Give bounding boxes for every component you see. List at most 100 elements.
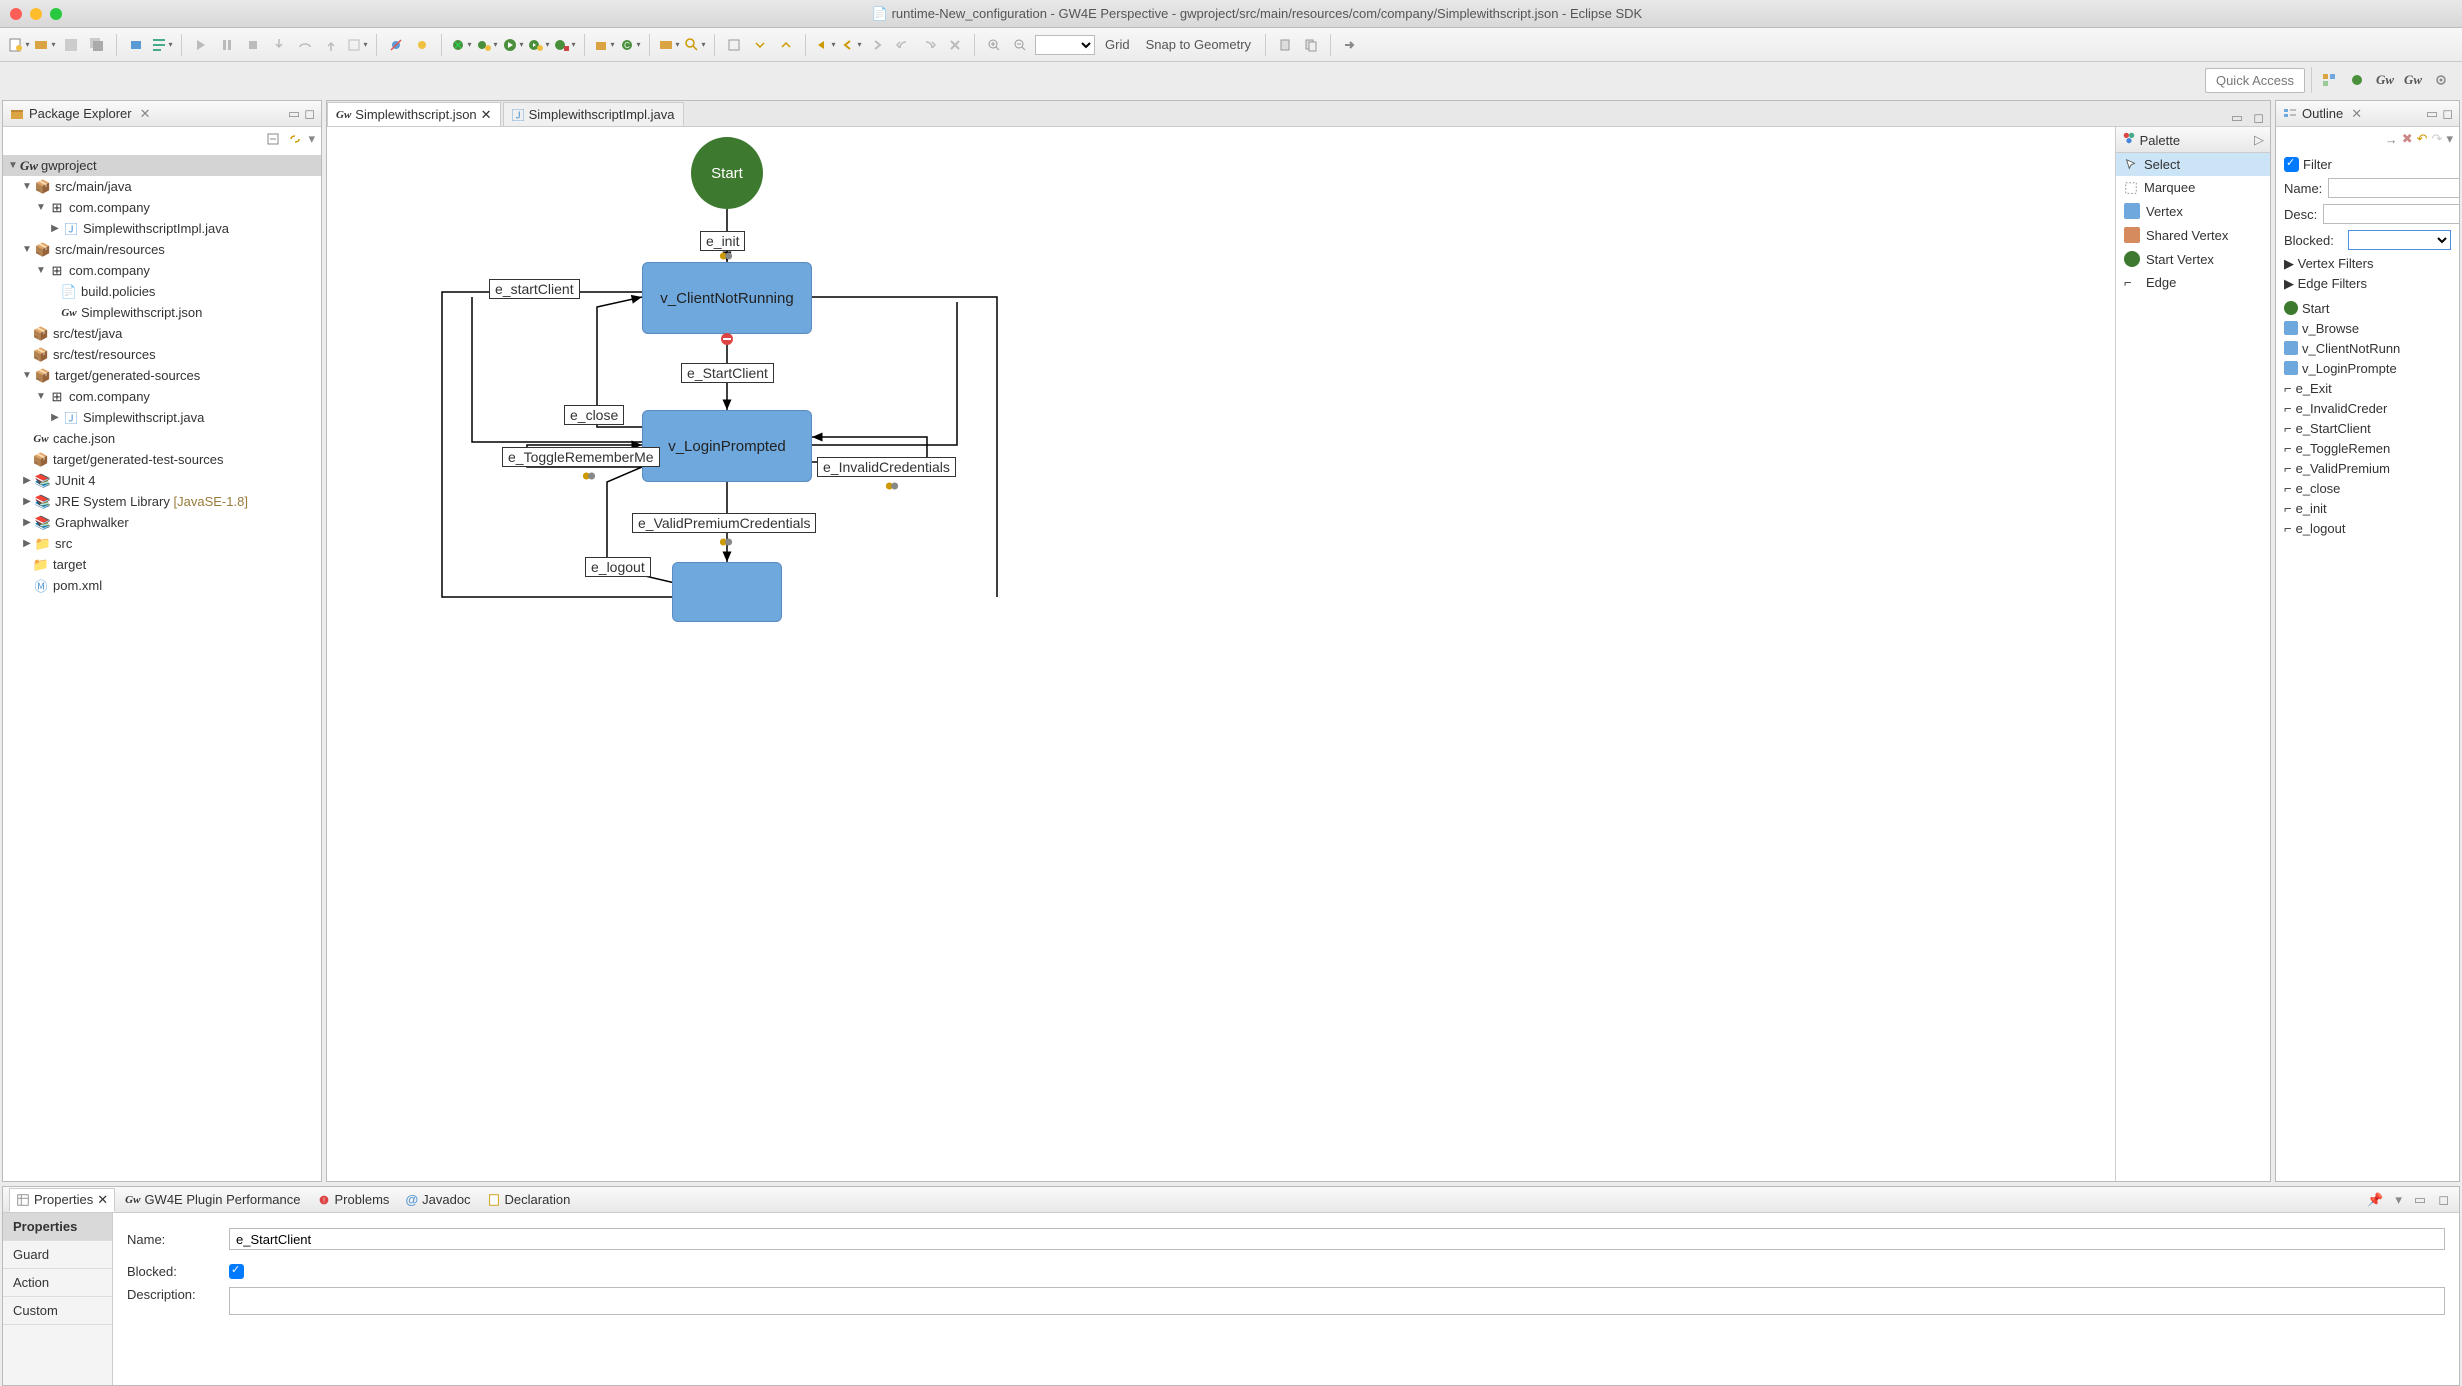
chevron-right-icon[interactable]: ▷	[2254, 132, 2264, 148]
forward-button[interactable]	[866, 34, 888, 56]
outline-item[interactable]: e_StartClient	[2284, 418, 2451, 438]
debug-config-button[interactable]	[476, 34, 498, 56]
tree-package[interactable]: ▼⊞com.company	[3, 386, 321, 407]
coverage-button[interactable]	[554, 34, 576, 56]
tree-file[interactable]: GwSimplewithscript.json	[3, 302, 321, 323]
side-tab-custom[interactable]: Custom	[3, 1297, 112, 1325]
open-perspective-button[interactable]	[2318, 69, 2340, 91]
side-tab-guard[interactable]: Guard	[3, 1241, 112, 1269]
palette-select[interactable]: Select	[2116, 153, 2270, 176]
outline-list[interactable]: Start v_Browse v_ClientNotRunn v_LoginPr…	[2284, 298, 2451, 538]
grid-label[interactable]: Grid	[1099, 37, 1136, 52]
minimize-view-icon[interactable]: ▭	[2426, 106, 2438, 122]
editor-tab-java[interactable]: 🄹 SimplewithscriptImpl.java	[503, 102, 684, 126]
outline-name-input[interactable]	[2328, 178, 2459, 198]
minimize-window-button[interactable]	[30, 8, 42, 20]
tab-properties[interactable]: Properties✕	[9, 1188, 115, 1212]
close-window-button[interactable]	[10, 8, 22, 20]
run-config-button[interactable]	[528, 34, 550, 56]
save-all-button[interactable]	[86, 34, 108, 56]
search-button[interactable]	[684, 34, 706, 56]
edge-e-valid-premium[interactable]: e_ValidPremiumCredentials	[632, 513, 816, 533]
tree-library[interactable]: ▶📚JRE System Library [JavaSE-1.8]	[3, 491, 321, 512]
outline-delete-icon[interactable]: ✖	[2402, 131, 2413, 147]
node-client-not-running[interactable]: v_ClientNotRunning	[642, 262, 812, 334]
side-tab-properties[interactable]: Properties	[3, 1213, 112, 1241]
zoom-out-button[interactable]	[1009, 34, 1031, 56]
quick-access-input[interactable]: Quick Access	[2205, 68, 2305, 93]
forward-arrow-icon[interactable]	[1339, 34, 1361, 56]
close-icon[interactable]: ✕	[481, 107, 492, 123]
close-icon[interactable]: ✕	[136, 106, 155, 122]
outline-item[interactable]: v_ClientNotRunn	[2284, 338, 2451, 358]
maximize-window-button[interactable]	[50, 8, 62, 20]
tree-folder[interactable]: ▶📁src	[3, 533, 321, 554]
outline-item[interactable]: v_Browse	[2284, 318, 2451, 338]
outline-item[interactable]: v_LoginPrompte	[2284, 358, 2451, 378]
vertex-filters-disclosure[interactable]: ▶ Vertex Filters	[2284, 256, 2451, 272]
gw4e-perspective-button[interactable]: Gw	[2374, 69, 2396, 91]
new-class-button[interactable]: C	[619, 34, 641, 56]
collapse-all-icon[interactable]	[264, 130, 282, 148]
node-login-prompted[interactable]: v_LoginPrompted	[642, 410, 812, 482]
outline-redo-icon[interactable]: ↷	[2432, 131, 2443, 147]
palette-header[interactable]: Palette ▷	[2116, 127, 2270, 153]
view-menu-icon[interactable]: ▾	[2391, 1192, 2406, 1208]
prop-name-input[interactable]	[229, 1228, 2445, 1250]
tab-gw4e[interactable]: GwGW4E Plugin Performance	[119, 1188, 306, 1212]
run-button[interactable]	[502, 34, 524, 56]
edge-e-invalid[interactable]: e_InvalidCredentials	[817, 457, 956, 477]
maximize-view-icon[interactable]: ◻	[2434, 1192, 2453, 1208]
maximize-view-icon[interactable]: ◻	[304, 106, 315, 122]
zoom-in-button[interactable]	[983, 34, 1005, 56]
tab-problems[interactable]: !Problems	[311, 1188, 396, 1212]
settings-perspective-button[interactable]	[2430, 69, 2452, 91]
back-button[interactable]	[840, 34, 862, 56]
step-return-button[interactable]	[320, 34, 342, 56]
tab-javadoc[interactable]: @Javadoc	[399, 1188, 476, 1212]
maximize-editor-icon[interactable]: ◻	[2247, 110, 2270, 126]
tree-folder[interactable]: 📦src/test/resources	[3, 344, 321, 365]
outline-item[interactable]: e_Exit	[2284, 378, 2451, 398]
new-package-button[interactable]	[593, 34, 615, 56]
close-icon[interactable]: ✕	[97, 1192, 108, 1208]
outline-blocked-select[interactable]	[2348, 230, 2451, 250]
tree-folder[interactable]: ▼📦src/main/java	[3, 176, 321, 197]
outline-desc-input[interactable]	[2323, 204, 2459, 224]
save-button[interactable]	[60, 34, 82, 56]
prev-annotation-button[interactable]	[775, 34, 797, 56]
skip-breakpoints-button[interactable]	[385, 34, 407, 56]
palette-edge[interactable]: ⌐Edge	[2116, 271, 2270, 294]
debug-perspective-button[interactable]	[2346, 69, 2368, 91]
stop-button[interactable]	[242, 34, 264, 56]
node-start[interactable]: Start	[691, 137, 763, 209]
outline-item[interactable]: Start	[2284, 298, 2451, 318]
tree-folder[interactable]: 📦src/test/java	[3, 323, 321, 344]
view-menu-icon[interactable]: ▾	[308, 131, 315, 147]
outline-item[interactable]: e_close	[2284, 478, 2451, 498]
package-explorer-tree[interactable]: ▼Gwgwproject ▼📦src/main/java ▼⊞com.compa…	[3, 151, 321, 1181]
graph-canvas[interactable]: Start e_init v_ClientNotRunning e_startC…	[327, 127, 2115, 1181]
tree-project[interactable]: ▼Gwgwproject	[3, 155, 321, 176]
tab-declaration[interactable]: Declaration	[481, 1188, 577, 1212]
view-menu-icon[interactable]: ▾	[2446, 131, 2453, 147]
drop-to-frame-button[interactable]	[346, 34, 368, 56]
tree-package[interactable]: ▼⊞com.company	[3, 197, 321, 218]
outline-item[interactable]: e_ValidPremium	[2284, 458, 2451, 478]
open-type-button[interactable]	[658, 34, 680, 56]
pin-view-icon[interactable]: 📌	[2363, 1192, 2387, 1208]
breakpoint-button[interactable]	[411, 34, 433, 56]
palette-marquee[interactable]: Marquee	[2116, 176, 2270, 199]
link-editor-icon[interactable]	[286, 130, 304, 148]
palette-shared-vertex[interactable]: Shared Vertex	[2116, 223, 2270, 247]
outline-item[interactable]: e_init	[2284, 498, 2451, 518]
minimize-view-icon[interactable]: ▭	[288, 106, 300, 122]
build-button[interactable]	[125, 34, 147, 56]
tree-folder[interactable]: ▼📦src/main/resources	[3, 239, 321, 260]
minimize-view-icon[interactable]: ▭	[2410, 1192, 2430, 1208]
next-annotation-button[interactable]	[749, 34, 771, 56]
tree-package[interactable]: ▼⊞com.company	[3, 260, 321, 281]
tree-folder[interactable]: 📁target	[3, 554, 321, 575]
copy-button[interactable]	[1300, 34, 1322, 56]
outline-item[interactable]: e_logout	[2284, 518, 2451, 538]
